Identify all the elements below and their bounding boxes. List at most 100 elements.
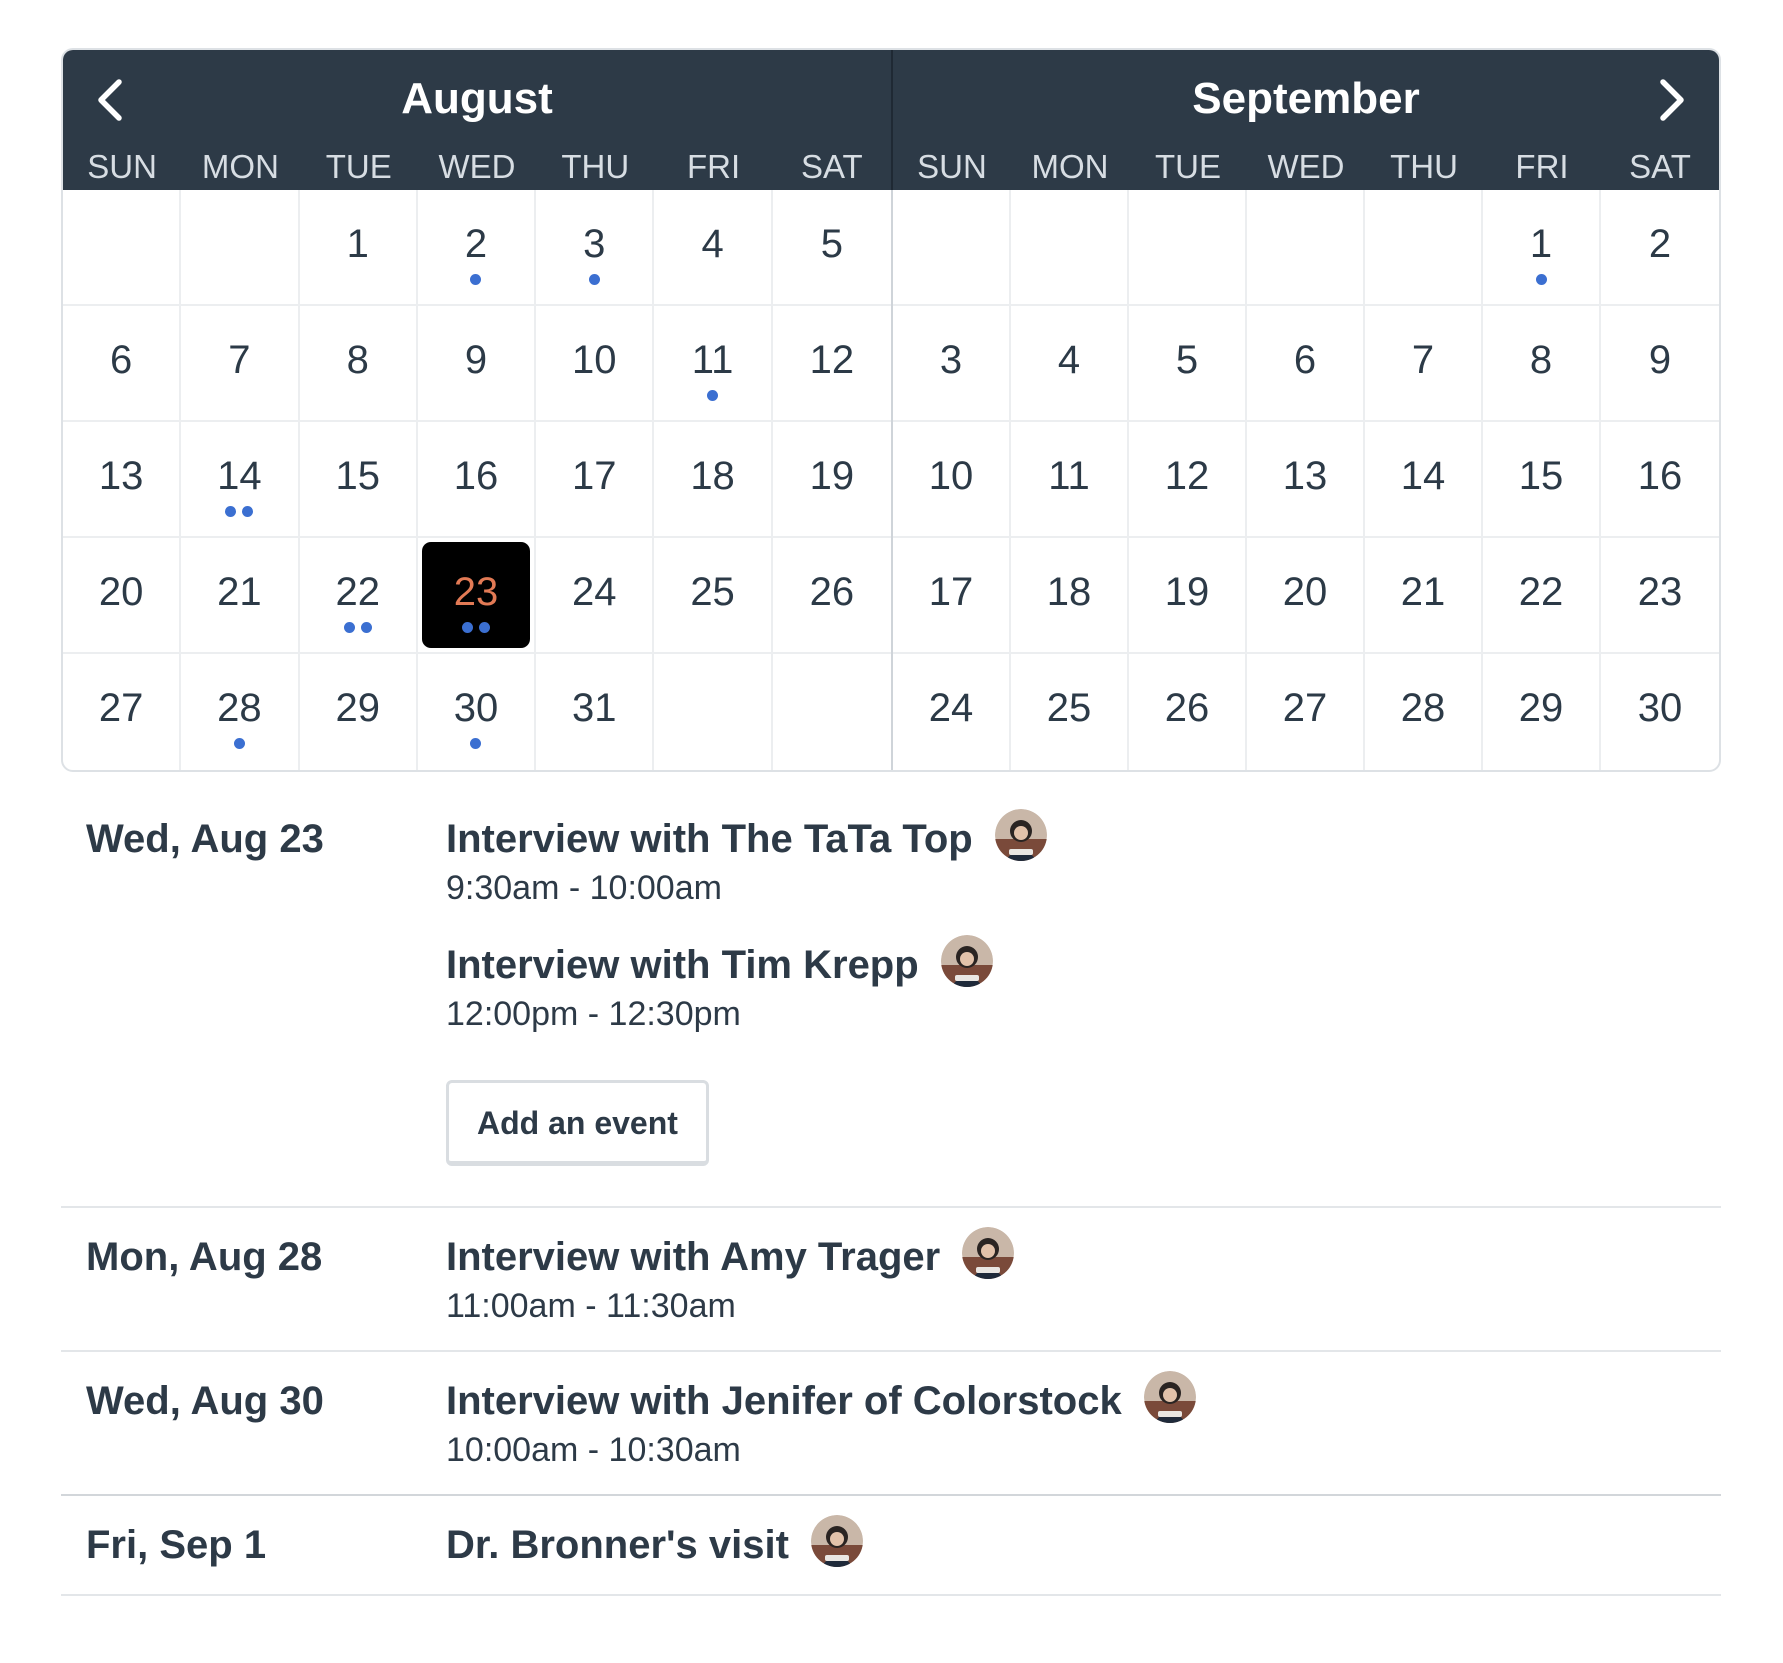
day-cell[interactable]: 4 <box>1011 306 1129 422</box>
day-number: 5 <box>820 222 843 266</box>
day-cell[interactable]: 7 <box>1365 306 1483 422</box>
day-number: 4 <box>1057 338 1081 382</box>
day-cell[interactable]: 10 <box>893 422 1011 538</box>
day-number: 6 <box>110 338 133 382</box>
day-cell[interactable]: 16 <box>1601 422 1719 538</box>
day-cell[interactable]: 11 <box>654 306 773 422</box>
avatar <box>1143 1371 1196 1423</box>
event-title[interactable]: Interview with The TaTa Top <box>446 812 973 866</box>
day-cell[interactable]: 29 <box>1483 654 1601 770</box>
day-number: 26 <box>1164 686 1210 730</box>
day-cell[interactable]: 26 <box>772 538 891 654</box>
day-cell[interactable]: 24 <box>536 538 655 654</box>
day-cell[interactable]: 3 <box>536 190 655 306</box>
agenda-list: Wed, Aug 23 Interview with The TaTa Top 9:… <box>61 809 1721 1596</box>
day-cell[interactable]: 22 <box>1483 538 1601 654</box>
day-cell[interactable]: 7 <box>181 306 300 422</box>
event-item[interactable]: Interview with The TaTa Top 9:30am - 10:0… <box>446 809 1721 910</box>
day-cell[interactable]: 13 <box>63 422 182 538</box>
weekday-label: THU <box>561 148 630 185</box>
chevron-right-icon[interactable] <box>1647 72 1697 128</box>
day-number: 18 <box>690 454 735 498</box>
event-title-line: Interview with Jenifer of Colorstock <box>446 1371 1721 1428</box>
day-cell[interactable]: 19 <box>772 422 891 538</box>
add-event-button[interactable]: Add an event <box>446 1080 709 1166</box>
day-cell[interactable]: 11 <box>1011 422 1129 538</box>
day-number: 15 <box>335 454 380 498</box>
day-cell[interactable]: 8 <box>299 306 418 422</box>
chevron-left-icon[interactable] <box>85 72 135 128</box>
day-cell[interactable]: 14 <box>1365 422 1483 538</box>
day-cell[interactable]: 19 <box>1129 538 1247 654</box>
day-cell[interactable]: 3 <box>893 306 1011 422</box>
day-cell[interactable]: 6 <box>63 306 182 422</box>
day-number: 6 <box>1293 338 1317 382</box>
day-cell[interactable]: 30 <box>1601 654 1719 770</box>
event-title[interactable]: Interview with Tim Krepp <box>446 938 919 992</box>
day-cell[interactable]: 22 <box>299 538 418 654</box>
event-indicator <box>418 274 534 285</box>
day-cell[interactable]: 15 <box>299 422 418 538</box>
day-cell[interactable]: 17 <box>893 538 1011 654</box>
day-cell[interactable]: 12 <box>1129 422 1247 538</box>
day-cell[interactable]: 15 <box>1483 422 1601 538</box>
day-cell[interactable]: 24 <box>893 654 1011 770</box>
event-title[interactable]: Interview with Amy Trager <box>446 1230 940 1284</box>
weekday-label: MON <box>201 148 279 185</box>
day-cell[interactable]: 2 <box>417 190 537 306</box>
day-cell[interactable]: 20 <box>1247 538 1365 654</box>
day-cell[interactable]: 21 <box>1365 538 1483 654</box>
day-number: 19 <box>809 454 855 498</box>
event-dot <box>360 622 372 633</box>
day-cell[interactable]: 29 <box>300 654 418 770</box>
event-item[interactable]: Interview with Amy Trager 11:00am - 11:30… <box>446 1227 1721 1328</box>
agenda-day-group: Wed, Aug 23 Interview with The TaTa Top 9:… <box>61 809 1721 1208</box>
day-cell[interactable]: 27 <box>1247 654 1365 770</box>
day-cell[interactable]: 18 <box>654 422 773 538</box>
event-title[interactable]: Interview with Jenifer of Colorstock <box>446 1374 1122 1428</box>
day-cell[interactable]: 21 <box>181 538 300 654</box>
day-number: 12 <box>809 338 855 382</box>
day-cell[interactable]: 5 <box>772 190 891 306</box>
day-cell[interactable]: 6 <box>1247 306 1365 422</box>
weekday-row: SUN MON TUE WED THU FRI SAT <box>63 148 891 190</box>
event-indicator <box>536 274 652 285</box>
day-cell[interactable]: 23 <box>1601 538 1719 654</box>
day-cell[interactable]: 25 <box>1011 654 1129 770</box>
day-cell[interactable]: 26 <box>1129 654 1247 770</box>
day-number: 16 <box>453 454 499 498</box>
day-cell[interactable]: 20 <box>63 538 182 654</box>
empty-day-cell <box>181 190 300 306</box>
event-item[interactable]: Dr. Bronner's visit <box>446 1515 1721 1572</box>
day-number: 30 <box>453 686 499 730</box>
day-cell[interactable]: 13 <box>1247 422 1365 538</box>
day-number: 22 <box>1518 570 1564 614</box>
day-cell[interactable]: 12 <box>772 306 891 422</box>
day-cell[interactable]: 1 <box>299 190 418 306</box>
day-cell[interactable]: 10 <box>536 306 655 422</box>
day-cell[interactable]: 27 <box>63 654 182 770</box>
day-cell[interactable]: 9 <box>417 306 537 422</box>
day-cell[interactable]: 16 <box>417 422 537 538</box>
calendar-header: August SUN MON TUE WED THU FRI SAT September S… <box>63 50 1719 190</box>
day-cell[interactable]: 9 <box>1601 306 1719 422</box>
day-cell[interactable]: 8 <box>1483 306 1601 422</box>
event-item[interactable]: Interview with Tim Krepp 12:00pm - 12:30p… <box>446 935 1721 1036</box>
day-cell[interactable]: 23 <box>417 538 537 654</box>
event-title[interactable]: Dr. Bronner's visit <box>446 1518 789 1572</box>
day-cell[interactable]: 4 <box>654 190 773 306</box>
day-cell[interactable]: 18 <box>1011 538 1129 654</box>
day-cell[interactable]: 17 <box>536 422 655 538</box>
event-item[interactable]: Interview with Jenifer of Colorstock 10:0… <box>446 1371 1721 1472</box>
day-cell[interactable]: 31 <box>536 654 655 770</box>
day-cell[interactable]: 28 <box>1365 654 1483 770</box>
agenda-date: Wed, Aug 30 <box>86 1379 324 1423</box>
day-cell[interactable]: 28 <box>181 654 300 770</box>
day-cell[interactable]: 5 <box>1129 306 1247 422</box>
day-cell[interactable]: 30 <box>418 654 537 770</box>
day-cell[interactable]: 2 <box>1601 190 1719 306</box>
day-cell[interactable]: 1 <box>1483 190 1601 306</box>
day-cell[interactable]: 25 <box>654 538 773 654</box>
month-header-1: September SUN MON TUE WED THU FRI SAT <box>891 50 1719 190</box>
day-cell[interactable]: 14 <box>181 422 300 538</box>
